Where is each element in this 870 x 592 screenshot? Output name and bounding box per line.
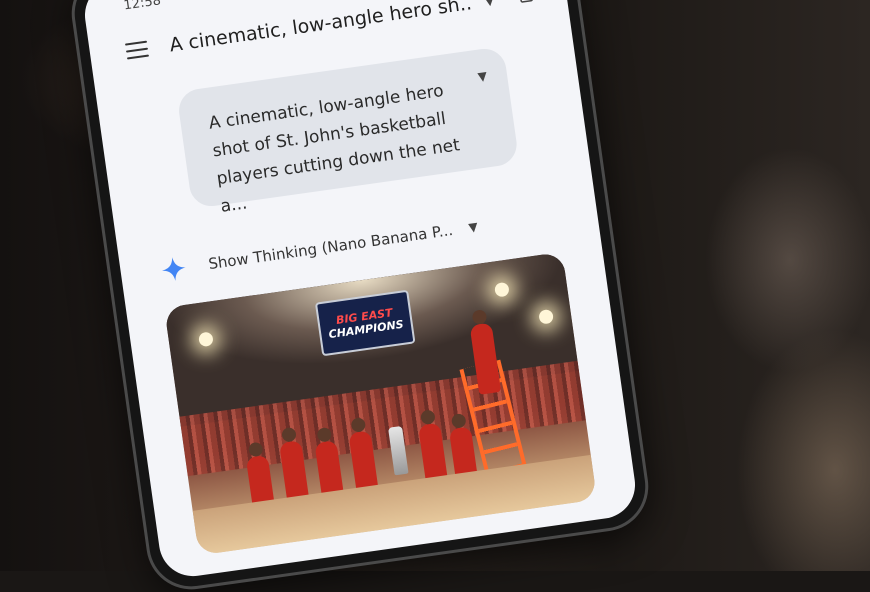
chevron-down-icon[interactable]: ▼ [484, 0, 496, 9]
user-prompt-text: A cinematic, low-angle hero shot of St. … [207, 80, 462, 217]
conversation-title[interactable]: A cinematic, low-angle hero sh... [168, 0, 474, 56]
menu-icon[interactable] [125, 40, 150, 60]
generated-image[interactable]: BIG EAST CHAMPIONS [164, 251, 598, 556]
edit-icon[interactable] [517, 0, 537, 5]
status-time: 12:58 [122, 0, 162, 14]
gemini-spark-icon [162, 257, 186, 281]
chevron-down-icon[interactable]: ▼ [468, 219, 479, 234]
phone-device: 12:58 A cinematic, low-angle hero sh... … [69, 0, 651, 592]
phone-screen: 12:58 A cinematic, low-angle hero sh... … [80, 0, 640, 581]
user-prompt-bubble[interactable]: A cinematic, low-angle hero shot of St. … [176, 46, 520, 217]
show-thinking-label: Show Thinking (Nano Banana P... [207, 220, 454, 274]
expand-prompt-chevron-icon[interactable]: ▼ [477, 69, 488, 84]
